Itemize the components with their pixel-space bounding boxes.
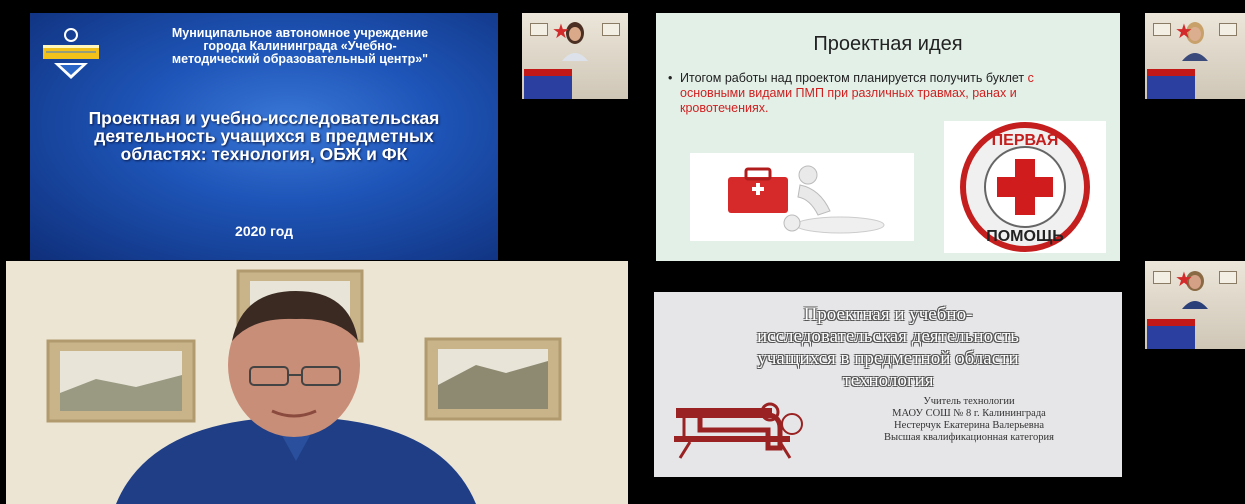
title-line: областях: технология, ОБЖ и ФК — [120, 144, 408, 164]
school-banner — [1147, 319, 1195, 349]
wall-picture — [530, 23, 548, 36]
slide-title: Проектная и учебно- исследовательская де… — [654, 304, 1122, 392]
institution-logo-icon — [43, 28, 99, 79]
participant-cam-3[interactable]: ★ — [1145, 261, 1245, 349]
org-line: методический образовательный центр»" — [171, 52, 429, 66]
first-aid-badge-icon: ПЕРВАЯ ПОМОЩЬ — [944, 121, 1106, 253]
badge-top-text: ПЕРВАЯ — [992, 132, 1059, 149]
main-speaker-cam[interactable] — [6, 261, 628, 504]
first-aid-kit-icon — [728, 165, 885, 234]
first-aid-illustration — [690, 153, 914, 241]
star-icon: ★ — [552, 19, 570, 43]
wall-picture — [1219, 23, 1237, 36]
author-line: Нестерчук Екатерина Валерьевна — [893, 420, 1045, 431]
school-banner — [1147, 69, 1195, 99]
participant-cam-1[interactable]: ★ — [522, 13, 628, 99]
school-banner — [524, 69, 572, 99]
author-line: Учитель технологии — [923, 396, 1015, 407]
badge-bottom-text: ПОМОЩЬ — [986, 228, 1064, 245]
author-line: МАОУ СОШ № 8 г. Калининграда — [892, 408, 1046, 419]
slide-title: Проектная и учебно-исследовательская дея… — [38, 109, 490, 163]
star-icon: ★ — [1175, 19, 1193, 43]
title-line: исследовательская деятельность — [757, 326, 1019, 347]
bullet-icon: • — [668, 71, 673, 85]
slide-heading: Проектная идея — [813, 33, 963, 55]
wall-picture — [1153, 271, 1171, 284]
speaker-video-frame — [6, 261, 628, 504]
shared-slide-project-idea[interactable]: Проектная идея • Итогом работы над проек… — [656, 13, 1120, 261]
title-line: Проектная и учебно-исследовательская — [88, 108, 440, 128]
author-info: Учитель технологии МАОУ СОШ № 8 г. Калин… — [819, 396, 1119, 444]
bullet-text: Итогом работы над проектом планируется п… — [680, 71, 1028, 85]
shared-slide-title[interactable]: Муниципальное автономное учреждение горо… — [30, 13, 498, 260]
title-line: учащихся в предметной области — [757, 348, 1019, 369]
star-icon: ★ — [1175, 267, 1193, 291]
wall-picture — [1219, 271, 1237, 284]
slide-year: 2020 год — [235, 223, 293, 239]
slide-bullet: • Итогом работы над проектом планируется… — [668, 71, 1100, 116]
bullet-end: . — [765, 101, 769, 115]
author-line: Высшая квалификационная категория — [884, 432, 1054, 443]
shared-slide-technology[interactable]: Проектная и учебно- исследовательская де… — [654, 292, 1122, 477]
sewing-machine-icon — [674, 402, 803, 459]
organization-name: Муниципальное автономное учреждение горо… — [110, 27, 490, 66]
wall-picture — [1153, 23, 1171, 36]
title-line: Проектная и учебно- — [803, 304, 973, 325]
participant-cam-2[interactable]: ★ — [1145, 13, 1245, 99]
title-line: деятельность учащихся в предметных — [94, 126, 434, 146]
wall-picture — [602, 23, 620, 36]
